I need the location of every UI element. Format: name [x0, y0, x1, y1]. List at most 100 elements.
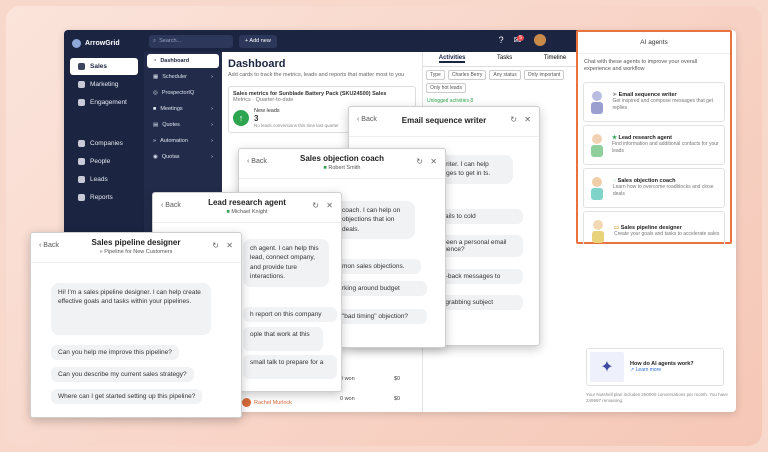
tab-tasks[interactable]: Tasks — [497, 55, 512, 63]
quota-icon: ◉ — [153, 154, 158, 160]
search-input[interactable]: ⌕ Search... — [149, 34, 233, 48]
dialog-subtitle: ■ Robert Smith — [323, 165, 361, 171]
sparkle-icon: ✦ — [590, 352, 624, 382]
close-icon[interactable]: ✕ — [430, 157, 437, 166]
activity-filters: Type Charles Berry Any status Only impor… — [423, 67, 582, 96]
ai-agents-panel: AI agents Chat with these agents to impr… — [576, 30, 732, 251]
page-subtitle: Add cards to track the metrics, leads an… — [228, 72, 405, 78]
table-row[interactable]: Rachel Murlock — [242, 398, 292, 407]
help-icon[interactable]: ? — [499, 35, 504, 45]
dialog-subtitle: » Pipeline for New Customers — [99, 249, 173, 255]
subnav-quotes[interactable]: ▤ Quotes › — [147, 118, 219, 132]
suggestion-chip[interactable]: small talk to prepare for a — [243, 355, 337, 379]
page-title: Dashboard — [228, 58, 286, 70]
chevron-right-icon: › — [211, 106, 213, 112]
suggestion-chip[interactable]: rking around budget — [335, 281, 427, 296]
suggestion-chip[interactable]: Can you help me improve this pipeline? — [51, 345, 179, 360]
refresh-icon[interactable]: ↻ — [510, 115, 517, 124]
suggestion-chip[interactable]: h report on this company — [243, 307, 337, 322]
add-new-button[interactable]: + Add new — [239, 34, 277, 48]
notification-badge: 5 — [517, 34, 524, 41]
filter-important[interactable]: Only important — [523, 70, 565, 80]
arrow-up-icon: ↑ — [233, 110, 249, 126]
ai-panel-title: AI agents — [578, 32, 730, 54]
tab-timeline[interactable]: Timeline — [544, 55, 566, 63]
activity-tabs: Activities Tasks Timeline — [423, 52, 582, 67]
suggestion-chip[interactable]: Where can I get started setting up this … — [51, 389, 203, 404]
filter-hot-leads[interactable]: Only hot leads — [426, 83, 466, 93]
bar-chart-icon — [78, 194, 85, 201]
dialog-title: Sales pipeline designer — [91, 238, 181, 247]
subnav-automation[interactable]: » Automation › — [147, 134, 219, 148]
refresh-icon[interactable]: ↻ — [312, 201, 319, 210]
nav-item-engagement[interactable]: Engagement — [70, 94, 138, 111]
suggestion-chip[interactable]: mon sales objections. — [335, 259, 421, 274]
nav-item-reports[interactable]: Reports — [70, 189, 138, 206]
close-icon[interactable]: ✕ — [326, 201, 333, 210]
suggestion-chip[interactable]: ople that work at this — [243, 327, 323, 351]
nav-label: Engagement — [90, 99, 127, 106]
leads-icon — [78, 176, 85, 183]
agent-card-sales-objection-coach[interactable]: ◌ Sales objection coach Learn how to over… — [583, 167, 725, 208]
agent-card-email-sequence-writer[interactable]: ➤ Email sequence writer Get inspired and … — [583, 81, 725, 122]
filter-status[interactable]: Any status — [489, 70, 521, 80]
dialog-title: Sales objection coach — [299, 154, 385, 163]
unlogged-activities[interactable]: Unlogged activities 8 — [423, 96, 582, 106]
refresh-icon[interactable]: ↻ — [212, 241, 219, 250]
dialog-sales-pipeline-designer: ‹ Back Sales pipeline designer » Pipelin… — [30, 232, 242, 418]
nav-item-companies[interactable]: Companies — [70, 135, 138, 152]
nav-item-leads[interactable]: Leads — [70, 171, 138, 188]
nav-item-marketing[interactable]: Marketing — [70, 76, 138, 93]
subnav-label: Quotes — [162, 122, 180, 128]
notifications-icon[interactable]: ✉5 — [514, 34, 524, 46]
close-icon[interactable]: ✕ — [524, 115, 531, 124]
tab-activities[interactable]: Activities — [438, 55, 466, 63]
metric-value: 3 — [254, 114, 259, 123]
subnav-label: ProspectorIQ — [161, 90, 195, 96]
suggestion-chip[interactable]: Can you describe my current sales strate… — [51, 367, 194, 382]
folder-icon: ▭ — [614, 224, 621, 231]
nav-label: Marketing — [90, 81, 119, 88]
person-icon — [78, 158, 85, 165]
ai-panel-description: Chat with these agents to improve your o… — [584, 59, 698, 73]
subnav-quotas[interactable]: ◉ Quotas › — [147, 150, 219, 164]
subnav-label: Automation — [160, 138, 188, 144]
subnav-label: Dashboard — [160, 58, 190, 64]
chevron-right-icon: › — [211, 122, 213, 128]
chevron-right-icon: › — [211, 154, 213, 160]
agent-message: Hi! I'm a sales pipeline designer. I can… — [51, 283, 211, 335]
search-icon: ⌕ — [153, 37, 157, 44]
amount-cell: $0 — [394, 376, 401, 382]
subnav-dashboard[interactable]: ◔ Dashboard — [147, 54, 219, 68]
person-name: Rachel Murlock — [254, 399, 292, 406]
subnav-label: Quotas — [161, 154, 180, 160]
quote-icon: ▤ — [153, 122, 159, 128]
top-bar: ⌕Search... + Add new ? ✉5 ✦ — [144, 30, 660, 52]
nav-item-people[interactable]: People — [70, 153, 138, 170]
avatar[interactable] — [534, 34, 546, 46]
agent-description: Learn how to overcome roadblocks and clo… — [612, 184, 714, 197]
chat-icon — [78, 99, 85, 106]
suggestion-chip[interactable]: "bad timing" objection? — [335, 309, 427, 324]
agent-illustration — [587, 130, 607, 160]
top-icons: ? ✉5 — [499, 34, 574, 46]
subnav-label: Meetings — [160, 106, 183, 112]
ai-panel-lower: ✦ How do AI agents work? ↗ Learn more You… — [578, 244, 732, 412]
search-placeholder: Search... — [159, 38, 182, 44]
avatar — [242, 398, 251, 407]
filter-type[interactable]: Type — [426, 70, 445, 80]
subnav-scheduler[interactable]: ▦ Scheduler › — [147, 70, 219, 84]
learn-more-link[interactable]: ↗ Learn more — [630, 367, 694, 373]
close-icon[interactable]: ✕ — [226, 241, 233, 250]
nav-item-sales[interactable]: Sales — [70, 58, 138, 75]
filter-user[interactable]: Charles Berry — [447, 70, 487, 80]
won-cell: 0 won — [340, 396, 355, 402]
subnav-meetings[interactable]: ■ Meetings › — [147, 102, 219, 116]
how-ai-agents-work-card[interactable]: ✦ How do AI agents work? ↗ Learn more — [586, 348, 724, 386]
calendar-icon: ▦ — [153, 74, 159, 80]
amount-cell: $0 — [394, 396, 401, 402]
agent-card-lead-research-agent[interactable]: ★ Lead research agent Find information an… — [583, 124, 725, 165]
refresh-icon[interactable]: ↻ — [416, 157, 423, 166]
subnav-prospectoriq[interactable]: ◎ ProspectorIQ — [147, 86, 219, 100]
plan-usage-note: Your Nutshell plan includes 250000 conve… — [586, 392, 728, 403]
